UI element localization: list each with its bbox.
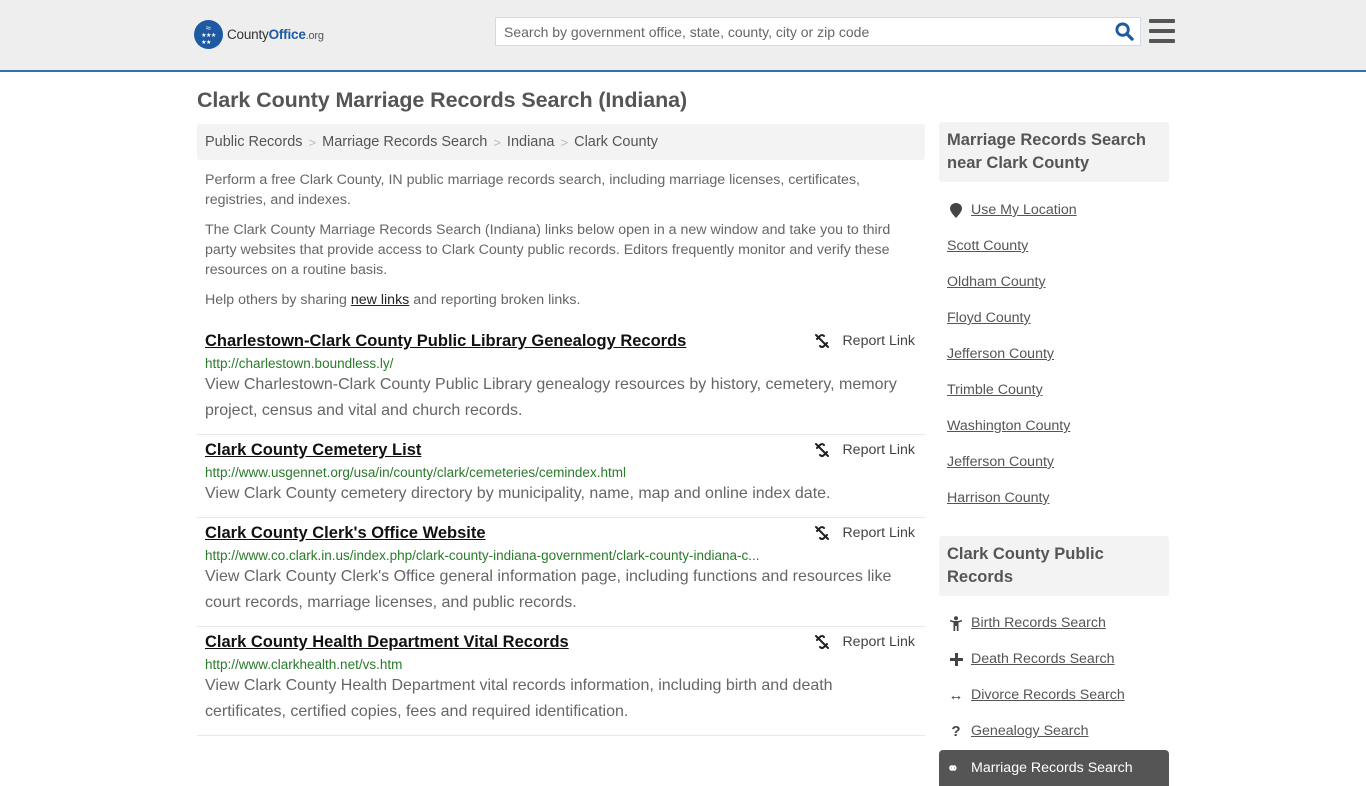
nearby-county-link[interactable]: Trimble County [947, 382, 1043, 398]
broken-link-icon [815, 334, 830, 348]
nearby-county-link[interactable]: Oldham County [947, 274, 1046, 290]
results-list: Charlestown-Clark County Public Library … [197, 326, 925, 736]
question-icon: ? [951, 722, 961, 740]
nearby-county-item: Floyd County [947, 300, 1169, 336]
logo-wordmark: CountyOffice.org [227, 27, 324, 42]
search-bar [495, 17, 1141, 46]
breadcrumb-public-records[interactable]: Public Records [205, 134, 303, 150]
person-icon [947, 615, 965, 631]
nearby-county-link[interactable]: Washington County [947, 418, 1070, 434]
report-link-button[interactable]: Report Link [814, 442, 915, 458]
rings-icon: ⚭ [947, 759, 959, 776]
result-title-link[interactable]: Clark County Clerk's Office Website [205, 524, 486, 543]
result-url: http://www.clarkhealth.net/vs.htm [205, 657, 403, 672]
plus-icon [947, 652, 965, 666]
result-item: Clark County Health Department Vital Rec… [197, 627, 925, 736]
nearby-county-link[interactable]: Jefferson County [947, 346, 1054, 362]
public-record-item: ↔ Divorce Records Search [947, 677, 1169, 713]
nearby-county-link[interactable]: Scott County [947, 238, 1028, 254]
use-my-location-link[interactable]: Use My Location [971, 202, 1077, 218]
public-records-heading: Clark County Public Records [939, 536, 1169, 596]
result-url: http://www.co.clark.in.us/index.php/clar… [205, 548, 760, 563]
death-records-link[interactable]: Death Records Search [971, 651, 1115, 667]
hamburger-menu-icon[interactable] [1149, 19, 1175, 43]
intro-paragraph: The Clark County Marriage Records Search… [205, 222, 891, 278]
eagle-logo-icon: ≈ ★★★ ★★ [194, 20, 223, 49]
broken-link-icon [815, 443, 830, 457]
intro-paragraph: Perform a free Clark County, IN public m… [205, 172, 860, 208]
nearby-county-link[interactable]: Harrison County [947, 490, 1050, 506]
report-link-button[interactable]: Report Link [814, 525, 915, 541]
public-record-item: ? Genealogy Search [947, 713, 1169, 749]
public-record-item: Birth Records Search [947, 605, 1169, 641]
search-input[interactable] [496, 18, 1108, 45]
nearby-county-link[interactable]: Floyd County [947, 310, 1031, 326]
report-link-button[interactable]: Report Link [814, 634, 915, 650]
nearby-county-item: Jefferson County [947, 336, 1169, 372]
report-link-button[interactable]: Report Link [814, 333, 915, 349]
result-title-link[interactable]: Charlestown-Clark County Public Library … [205, 332, 686, 351]
breadcrumb: Public Records > Marriage Records Search… [197, 124, 925, 160]
result-url: http://charlestown.boundless.ly/ [205, 356, 394, 371]
site-logo[interactable]: ≈ ★★★ ★★ CountyOffice.org [194, 20, 324, 49]
nearby-county-link[interactable]: Jefferson County [947, 454, 1054, 470]
arrows-horizontal-icon: ↔ [948, 686, 964, 704]
marriage-records-active-item[interactable]: ⚭ Marriage Records Search [939, 750, 1169, 786]
result-title-link[interactable]: Clark County Cemetery List [205, 441, 421, 460]
breadcrumb-marriage-records-search[interactable]: Marriage Records Search [322, 134, 487, 150]
use-location-item: Use My Location [947, 192, 1169, 228]
result-title-link[interactable]: Clark County Health Department Vital Rec… [205, 633, 569, 652]
page-title: Clark County Marriage Records Search (In… [197, 88, 688, 112]
share-links-paragraph: Help others by sharing new links and rep… [205, 292, 581, 308]
nearby-county-item: Scott County [947, 228, 1169, 264]
search-icon [1114, 22, 1134, 41]
nearby-heading: Marriage Records Search near Clark Count… [939, 122, 1169, 182]
site-header: ≈ ★★★ ★★ CountyOffice.org [0, 0, 1366, 72]
breadcrumb-separator-icon: > [560, 134, 569, 150]
result-description: View Charlestown-Clark County Public Lib… [205, 376, 897, 419]
map-pin-icon [947, 202, 965, 218]
birth-records-link[interactable]: Birth Records Search [971, 615, 1106, 631]
result-item: Clark County Cemetery List Report Link h… [197, 435, 925, 518]
broken-link-icon [815, 635, 830, 649]
nearby-county-item: Washington County [947, 408, 1169, 444]
search-button[interactable] [1108, 18, 1140, 45]
nearby-county-item: Trimble County [947, 372, 1169, 408]
result-description: View Clark County Clerk's Office general… [205, 568, 892, 611]
result-description: View Clark County Health Department vita… [205, 677, 833, 720]
nearby-county-item: Oldham County [947, 264, 1169, 300]
divorce-records-link[interactable]: Divorce Records Search [971, 687, 1125, 703]
breadcrumb-indiana[interactable]: Indiana [507, 134, 555, 150]
nearby-county-item: Harrison County [947, 480, 1169, 516]
public-records-list: Birth Records Search Death Records Searc… [947, 605, 1169, 749]
result-item: Clark County Clerk's Office Website Repo… [197, 518, 925, 627]
genealogy-search-link[interactable]: Genealogy Search [971, 723, 1089, 739]
new-links-link[interactable]: new links [351, 292, 409, 308]
breadcrumb-separator-icon: > [308, 134, 317, 150]
intro-text: Perform a free Clark County, IN public m… [205, 170, 920, 320]
result-item: Charlestown-Clark County Public Library … [197, 326, 925, 435]
nearby-county-item: Jefferson County [947, 444, 1169, 480]
breadcrumb-clark-county[interactable]: Clark County [574, 134, 658, 150]
nearby-counties-list: Use My Location Scott County Oldham Coun… [947, 192, 1169, 516]
public-record-item: Death Records Search [947, 641, 1169, 677]
broken-link-icon [815, 526, 830, 540]
result-url: http://www.usgennet.org/usa/in/county/cl… [205, 465, 626, 480]
breadcrumb-separator-icon: > [493, 134, 501, 150]
result-description: View Clark County cemetery directory by … [205, 485, 831, 502]
